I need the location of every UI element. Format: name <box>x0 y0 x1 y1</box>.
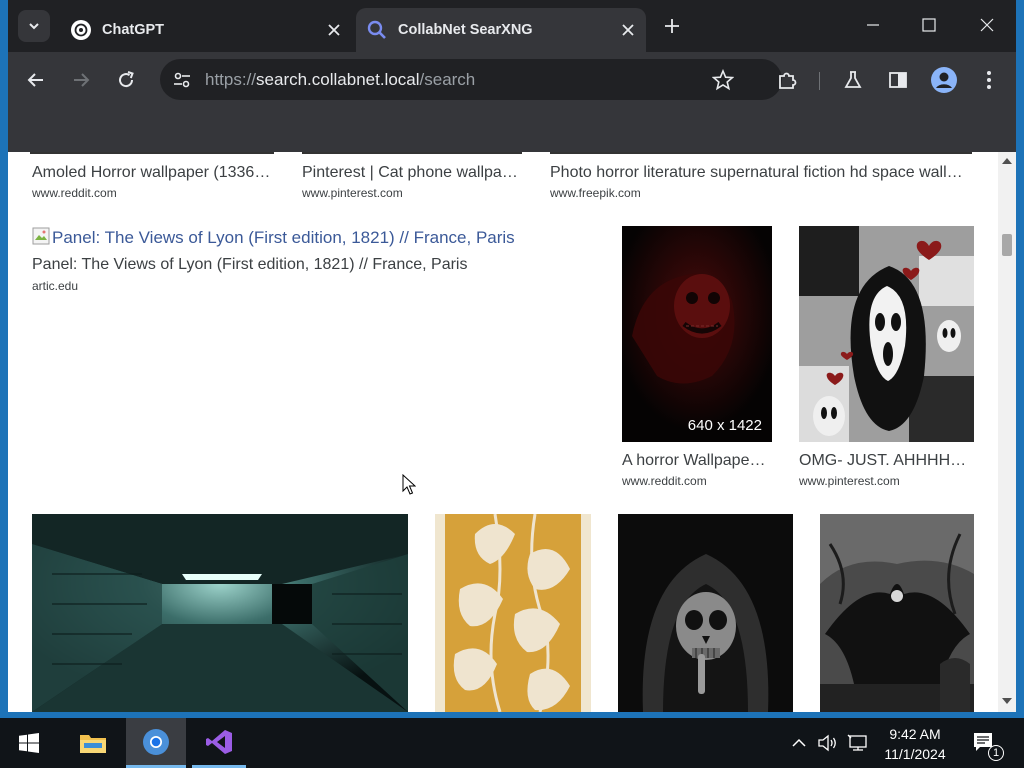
show-hidden-icons-button[interactable] <box>786 718 812 768</box>
close-icon <box>980 18 994 32</box>
chevron-up-icon <box>792 738 806 747</box>
more-vert-icon <box>987 71 991 89</box>
result-source: www.freepik.com <box>550 186 641 200</box>
result-source: www.reddit.com <box>622 474 707 488</box>
side-panel-button[interactable] <box>882 64 914 96</box>
chrome-icon <box>143 728 169 755</box>
close-tab-icon[interactable] <box>322 18 346 42</box>
url-host: search.collabnet.local <box>256 70 420 89</box>
result-source: www.pinterest.com <box>302 186 403 200</box>
close-tab-icon[interactable] <box>616 18 640 42</box>
browser-toolbar: https://search.collabnet.local/search <box>8 52 1016 108</box>
avatar-icon <box>931 67 957 93</box>
close-window-button[interactable] <box>964 8 1010 42</box>
network-button[interactable] <box>844 718 872 768</box>
back-arrow-icon <box>27 73 43 87</box>
speaker-icon <box>818 734 836 752</box>
tab-search-button[interactable] <box>18 10 50 42</box>
taskbar-chrome[interactable] <box>126 718 186 768</box>
bookmark-star-icon[interactable] <box>711 68 735 96</box>
clock-time: 9:42 AM <box>889 726 941 742</box>
tab-strip: ChatGPT CollabNet SearXNG <box>8 0 1016 52</box>
result-source: www.reddit.com <box>32 186 117 200</box>
image-thumbnail[interactable] <box>618 514 793 712</box>
clock-date: 11/1/2024 <box>884 746 946 762</box>
image-thumbnail[interactable] <box>302 152 522 154</box>
system-clock[interactable]: 9:42 AM 11/1/2024 <box>872 724 958 764</box>
scrollbar-thumb[interactable] <box>1002 234 1012 256</box>
forward-arrow-icon <box>74 73 90 87</box>
puzzle-icon <box>779 72 797 89</box>
result-caption[interactable]: Photo horror literature supernatural fic… <box>550 164 975 182</box>
notification-count-badge: 1 <box>988 745 1004 761</box>
image-thumbnail[interactable] <box>30 152 274 154</box>
url-path: /search <box>419 70 476 89</box>
tab-searxng[interactable]: CollabNet SearXNG <box>356 8 646 52</box>
scroll-down-icon[interactable] <box>1002 698 1012 704</box>
folder-icon <box>80 735 106 753</box>
reload-button[interactable] <box>110 64 142 96</box>
toolbar-divider <box>819 72 820 90</box>
image-thumbnail[interactable] <box>799 226 974 442</box>
network-icon <box>847 734 867 751</box>
image-dimensions: 640 x 1422 <box>687 417 762 434</box>
result-caption[interactable]: Pinterest | Cat phone wallpa… <box>302 164 532 182</box>
maximize-button[interactable] <box>906 8 952 42</box>
chevron-down-icon <box>29 23 39 30</box>
result-caption[interactable]: Amoled Horror wallpaper (1336… <box>32 164 282 182</box>
bookmarks-bar <box>8 108 1016 152</box>
side-panel-icon <box>889 72 907 88</box>
result-caption[interactable]: Panel: The Views of Lyon (First edition,… <box>32 256 592 274</box>
reload-icon <box>119 71 134 88</box>
plus-icon <box>665 19 679 33</box>
windows-logo-icon <box>19 733 39 753</box>
taskbar-file-explorer[interactable] <box>68 718 118 768</box>
address-bar[interactable]: https://search.collabnet.local/search <box>160 59 782 100</box>
image-thumbnail[interactable] <box>550 152 972 154</box>
search-results-page: Amoled Horror wallpaper (1336… www.reddi… <box>8 152 998 712</box>
tab-chatgpt[interactable]: ChatGPT <box>60 8 352 52</box>
result-caption[interactable]: OMG- JUST. AHHHH… <box>799 452 974 470</box>
search-icon <box>366 19 388 41</box>
chatgpt-logo-icon <box>70 19 92 41</box>
volume-button[interactable] <box>814 718 842 768</box>
notification-center-button[interactable]: 1 <box>962 718 1006 768</box>
broken-image-icon <box>32 227 50 250</box>
minimize-button[interactable] <box>850 8 896 42</box>
back-button[interactable] <box>20 64 52 96</box>
image-thumbnail[interactable] <box>820 514 974 712</box>
profile-button[interactable] <box>928 64 960 96</box>
tab-title: ChatGPT <box>102 22 165 38</box>
mouse-cursor-icon <box>402 474 416 495</box>
forward-button[interactable] <box>65 64 97 96</box>
page-scrollbar[interactable] <box>998 152 1016 712</box>
site-settings-icon[interactable] <box>172 70 192 95</box>
menu-button[interactable] <box>973 64 1005 96</box>
broken-image-alt-text: Panel: The Views of Lyon (First edition,… <box>52 228 515 247</box>
start-button[interactable] <box>6 718 52 768</box>
result-caption[interactable]: A horror Wallpape… <box>622 452 774 470</box>
image-thumbnail[interactable]: 640 x 1422 <box>622 226 772 442</box>
tab-title: CollabNet SearXNG <box>398 22 533 38</box>
labs-button[interactable] <box>837 64 869 96</box>
taskbar-visual-studio[interactable] <box>192 718 246 768</box>
maximize-icon <box>922 18 936 32</box>
result-source: www.pinterest.com <box>799 474 900 488</box>
result-source: artic.edu <box>32 279 79 293</box>
browser-window: ChatGPT CollabNet SearXNG https://search… <box>8 0 1016 712</box>
url-scheme: https:// <box>205 70 257 89</box>
url-text: https://search.collabnet.local/search <box>205 70 475 90</box>
image-thumbnail[interactable] <box>32 514 408 712</box>
visual-studio-icon <box>206 729 232 754</box>
scroll-up-icon[interactable] <box>1002 158 1012 164</box>
extensions-button[interactable] <box>771 64 803 96</box>
minimize-icon <box>867 24 879 26</box>
new-tab-button[interactable] <box>660 14 684 38</box>
broken-image-link[interactable]: Panel: The Views of Lyon (First edition,… <box>32 227 515 250</box>
flask-icon <box>844 71 862 88</box>
image-thumbnail[interactable] <box>435 514 591 712</box>
windows-taskbar: 1 <box>0 718 1024 768</box>
